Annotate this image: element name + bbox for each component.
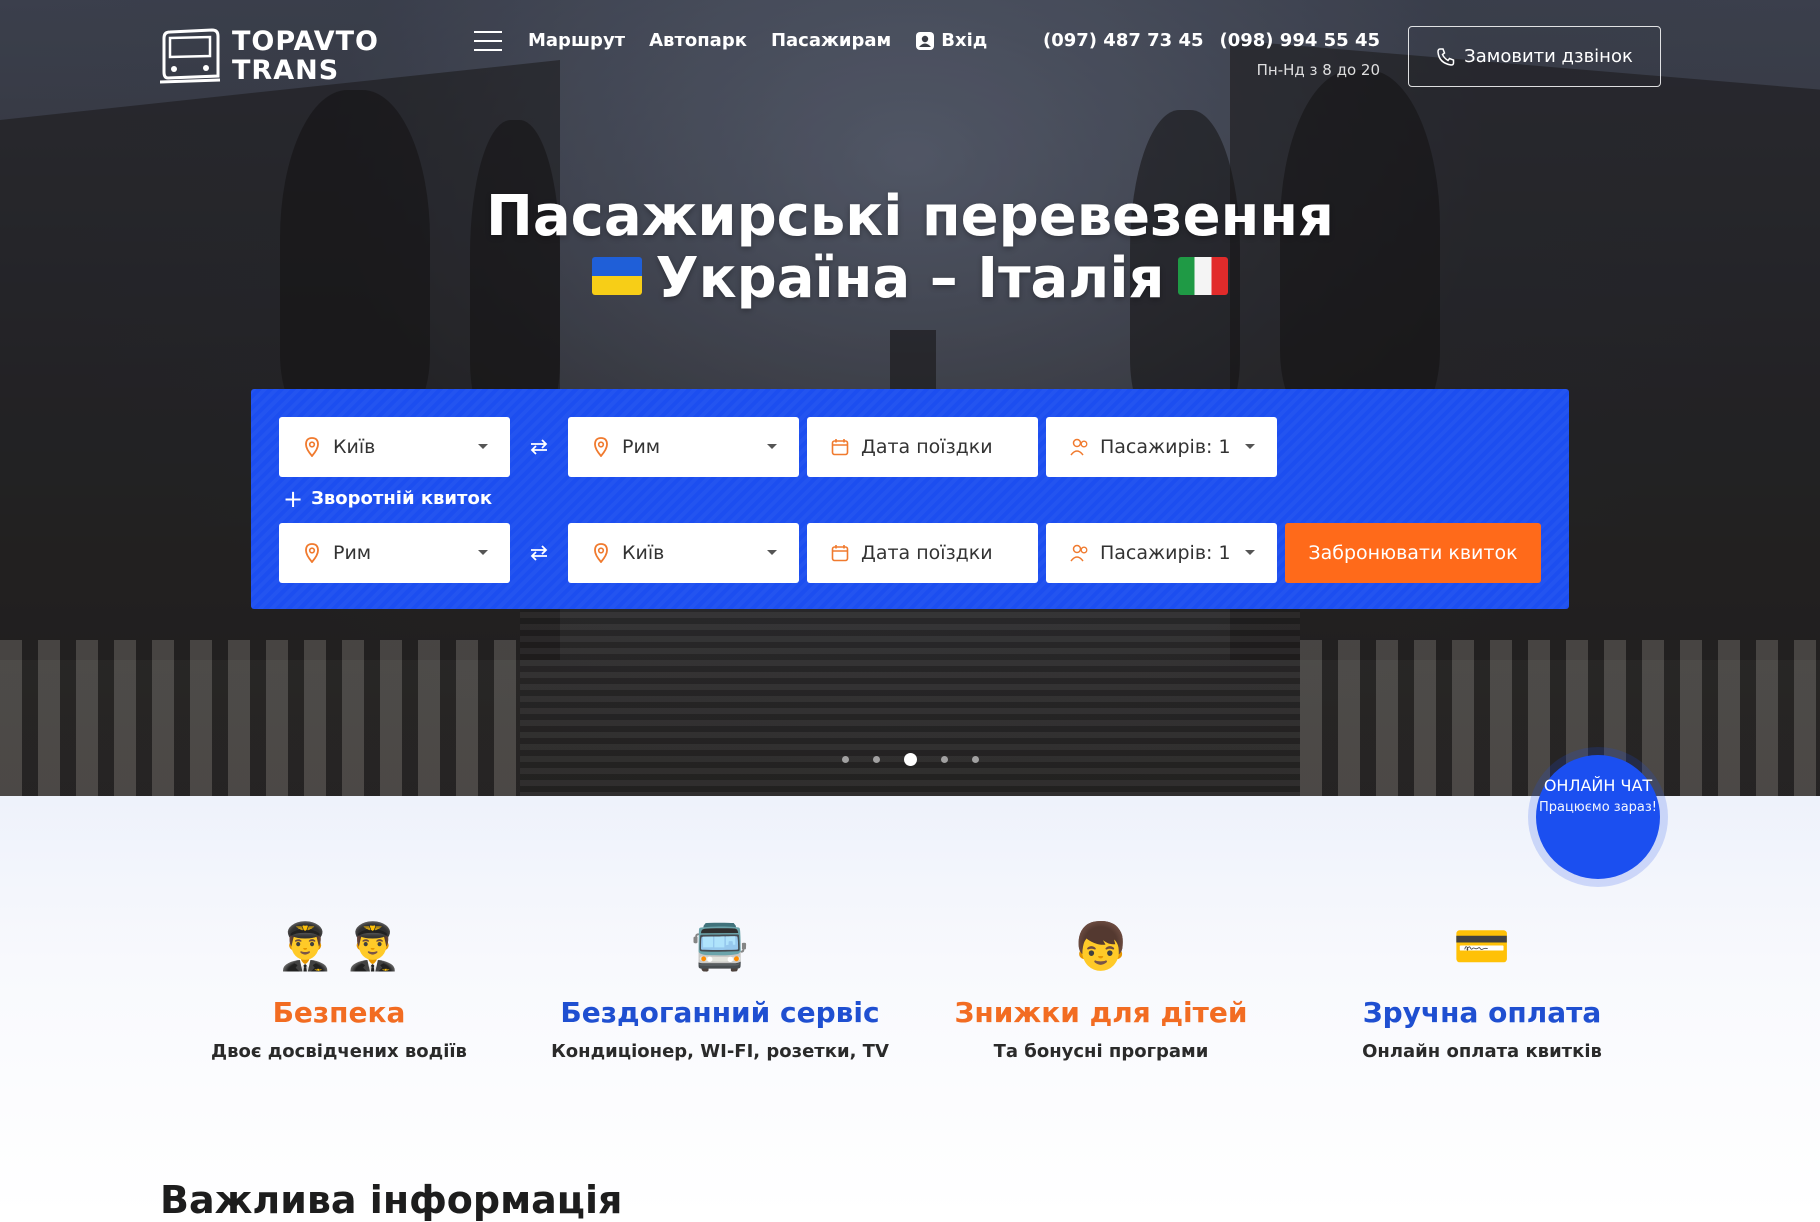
outbound-passengers-value: Пасажирів: 1 [1100,436,1231,458]
return-to-select[interactable]: Київ [568,523,799,583]
chevron-down-icon [767,444,777,449]
return-passengers-select[interactable]: Пасажирів: 1 [1046,523,1277,583]
login-label: Вхід [941,30,988,51]
chevron-down-icon [767,550,777,555]
callback-label: Замовити дзвінок [1464,46,1633,67]
outbound-from-value: Київ [333,436,376,458]
return-from-value: Рим [333,542,372,564]
feature-subtitle: Кондиціонер, WI-FI, розетки, TV [551,1041,889,1062]
outbound-passengers-select[interactable]: Пасажирів: 1 [1046,417,1277,477]
contact-info: (097) 487 73 45 (098) 994 55 45 Пн-Нд з 8… [1043,30,1380,79]
chevron-down-icon [1245,444,1255,449]
return-ticket-toggle[interactable]: + Зворотній квиток [283,484,493,513]
feature-subtitle: Двоє досвідчених водіїв [211,1041,467,1062]
hero-banner: TOPAVTO TRANS Маршрут Автопарк Пасажирам… [0,0,1820,796]
chat-subtitle: Працюємо зараз! [1538,800,1658,815]
feature-kids-discount: 👦 Знижки для дітей Та бонусні програми [911,918,1291,1062]
feature-title: Знижки для дітей [954,996,1248,1029]
slider-dot[interactable] [841,756,849,763]
slider-dot[interactable] [940,756,948,763]
feature-payment: 💳 Зручна оплата Онлайн оплата квитків [1292,918,1672,1062]
swap-icon[interactable] [524,432,554,462]
return-date-field[interactable]: Дата поїздки [807,523,1038,583]
feature-payment-icons: 💳 [1292,918,1672,974]
section-title-important-info: Важлива інформація [160,1178,623,1222]
feature-title: Бездоганний сервіс [560,996,880,1029]
outbound-date-field[interactable]: Дата поїздки [807,417,1038,477]
chevron-down-icon [1245,550,1255,555]
online-chat-button[interactable]: ОНЛАЙН ЧАТ Працюємо зараз! [1536,755,1660,879]
plus-icon: + [283,484,304,513]
return-from-select[interactable]: Рим [279,523,510,583]
chevron-down-icon [478,550,488,555]
pilot-icon: 👨‍✈️ [344,919,402,973]
location-pin-icon [303,543,325,563]
swap-icon[interactable] [524,538,554,568]
feature-title: Безпека [272,996,406,1029]
hero-title: Пасажирські перевезення Україна – Італія [0,186,1820,310]
chevron-down-icon [478,444,488,449]
login-link[interactable]: Вхід [915,30,987,51]
return-ticket-label: Зворотній квиток [311,488,493,509]
feature-subtitle: Та бонусні програми [993,1041,1209,1062]
outbound-to-select[interactable]: Рим [568,417,799,477]
feature-title: Зручна оплата [1362,996,1602,1029]
return-to-value: Київ [622,542,665,564]
phone-link-1[interactable]: (097) 487 73 45 [1043,30,1204,51]
slider-dot[interactable] [971,756,979,763]
credit-card-icon: 💳 [1453,919,1511,973]
pilot-icon: 👨‍✈️ [276,919,334,973]
return-passengers-value: Пасажирів: 1 [1100,542,1231,564]
calendar-icon [831,438,853,456]
feature-kids-icons: 👦 [911,918,1291,974]
feature-service-icons: 🚍 [530,918,910,974]
features-section: 👨‍✈️ 👨‍✈️ Безпека Двоє досвідчених водіїв… [0,796,1820,1217]
hero-title-line-1: Пасажирські перевезення [485,184,1334,249]
location-pin-icon [592,437,614,457]
bus-icon: 🚍 [691,919,749,973]
feature-service: 🚍 Бездоганний сервіс Кондиціонер, WI-FI,… [530,918,910,1062]
phone-link-2[interactable]: (098) 994 55 45 [1220,30,1381,51]
italy-flag-icon [1178,256,1229,295]
bus-logo-icon [160,28,221,84]
callback-button[interactable]: Замовити дзвінок [1408,26,1661,87]
ukraine-flag-icon [591,256,642,295]
slider-dot[interactable] [872,756,880,763]
slider-dot[interactable] [903,753,917,766]
hero-title-line-2-wrap: Україна – Італія [0,248,1820,310]
book-ticket-button[interactable]: Забронювати квиток [1285,523,1541,583]
passengers-icon [1070,438,1092,456]
menu-icon[interactable] [474,30,502,51]
slider-dots [0,753,1820,766]
location-pin-icon [303,437,325,457]
outbound-date-placeholder: Дата поїздки [861,436,993,458]
logo-line-2: TRANS [232,55,340,86]
feature-safety: 👨‍✈️ 👨‍✈️ Безпека Двоє досвідчених водіїв [149,918,529,1062]
main-nav: Маршрут Автопарк Пасажирам Вхід [474,30,1011,51]
calendar-icon [831,544,853,562]
chat-title: ОНЛАЙН ЧАТ [1543,776,1653,795]
passengers-icon [1070,544,1092,562]
nav-link-route[interactable]: Маршрут [528,30,625,51]
outbound-to-value: Рим [622,436,661,458]
feature-subtitle: Онлайн оплата квитків [1362,1041,1602,1062]
child-icon: 👦 [1072,919,1130,973]
phone-icon [1437,47,1455,66]
user-icon [916,31,935,50]
feature-safety-icons: 👨‍✈️ 👨‍✈️ [149,918,529,974]
logo-line-1: TOPAVTO [232,26,380,57]
hero-title-line-2: Україна – Італія [655,246,1165,311]
working-hours: Пн-Нд з 8 до 20 [1256,61,1380,79]
location-pin-icon [592,543,614,563]
return-date-placeholder: Дата поїздки [861,542,993,564]
nav-link-fleet[interactable]: Автопарк [649,30,747,51]
outbound-from-select[interactable]: Київ [279,417,510,477]
nav-link-passengers[interactable]: Пасажирам [771,30,891,51]
logo[interactable]: TOPAVTO TRANS [160,26,379,86]
booking-form: Київ Рим Дата поїздки Пасажирів: 1 + Зво… [251,389,1569,609]
